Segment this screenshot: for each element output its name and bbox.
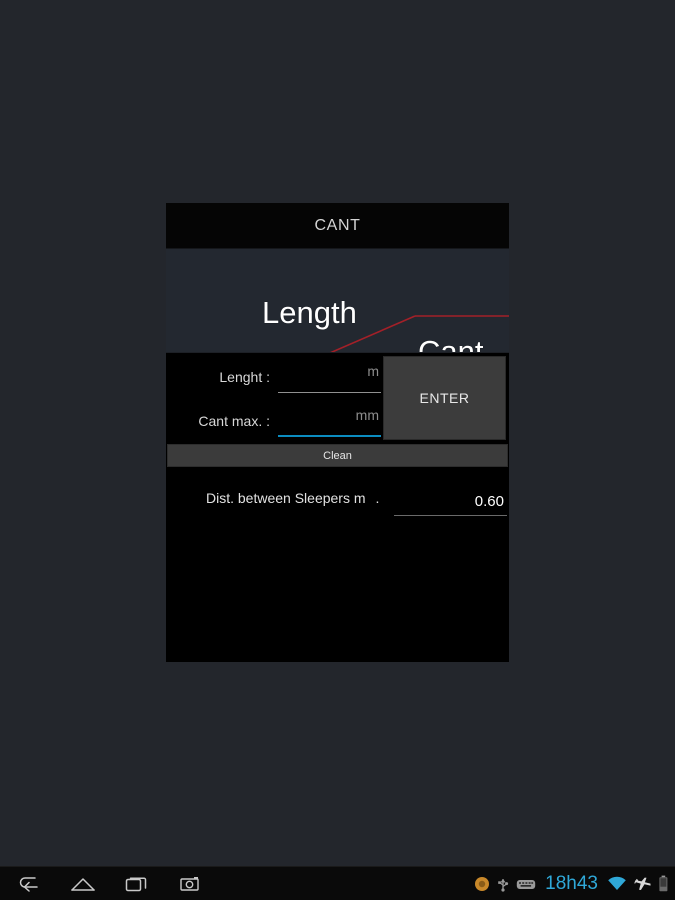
sleeper-distance-label: Dist. between Sleepers m (206, 490, 366, 506)
clean-button[interactable]: Clean (167, 444, 508, 467)
circle-notification-icon[interactable] (474, 876, 490, 892)
cant-max-unit: mm (355, 407, 379, 423)
diagram-label-cant: Cant (418, 334, 484, 352)
sleeper-distance-row: Dist. between Sleepers m . 0.60 (166, 478, 509, 518)
home-button[interactable] (70, 872, 96, 896)
status-icons-group: 18h43 (474, 867, 669, 900)
app-window: CANT Length Cant Lenght: m Cant max.: … (166, 203, 509, 662)
length-input-underline (278, 392, 381, 393)
cant-max-label: Cant max. : (198, 413, 270, 429)
airplane-mode-icon[interactable] (634, 876, 651, 892)
wifi-icon[interactable] (607, 876, 627, 892)
diagram-label-length: Length (262, 295, 357, 330)
length-input[interactable]: m (278, 361, 383, 393)
status-clock: 18h43 (545, 872, 598, 894)
screenshot-button[interactable] (178, 872, 204, 896)
cant-diagram-banner: Length Cant (166, 249, 509, 352)
cant-max-field-row: Cant max. : mm (166, 401, 383, 441)
android-navigation-bar: 18h43 (0, 866, 675, 900)
cant-max-input-underline (278, 435, 381, 437)
sleeper-distance-separator: . (375, 490, 380, 506)
length-unit: m (367, 363, 379, 379)
enter-button[interactable]: ENTER (383, 356, 506, 440)
camera-icon (180, 876, 199, 891)
back-button[interactable] (16, 872, 42, 896)
keyboard-icon[interactable] (516, 877, 536, 891)
usb-icon[interactable] (497, 875, 509, 892)
input-form-panel: Lenght : m Cant max. : mm ENTER (166, 352, 509, 442)
nav-buttons-group (8, 867, 204, 900)
recent-apps-icon (125, 876, 147, 891)
sleeper-distance-input[interactable]: 0.60 (394, 488, 507, 516)
app-title: CANT (314, 216, 361, 234)
back-arrow-icon (19, 876, 38, 892)
app-title-bar: CANT (166, 203, 509, 249)
sleeper-distance-value: 0.60 (474, 493, 504, 510)
length-field-row: Lenght : m (166, 357, 383, 397)
home-icon (71, 877, 95, 891)
recent-apps-button[interactable] (124, 872, 150, 896)
battery-icon[interactable] (658, 875, 669, 892)
cant-max-input[interactable]: mm (278, 405, 383, 437)
length-label: Lenght : (219, 369, 270, 385)
